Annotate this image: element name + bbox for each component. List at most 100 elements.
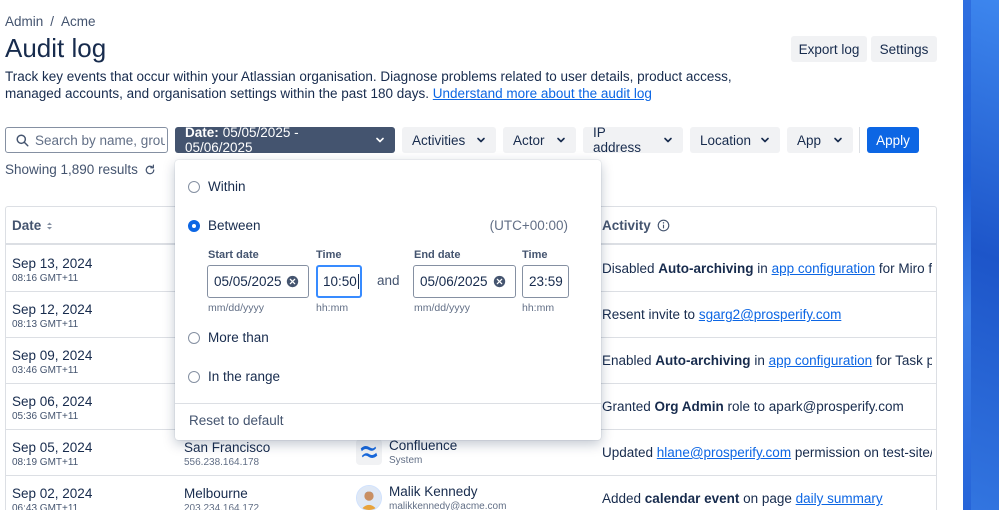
activity-column-header: Activity bbox=[602, 218, 670, 233]
start-date-field[interactable]: 05/05/2025 bbox=[207, 265, 309, 298]
activity-link[interactable]: daily summary bbox=[796, 491, 883, 506]
row-activity: Granted Org Admin role to apark@prosperi… bbox=[602, 399, 932, 414]
activities-filter-label: Activities bbox=[412, 132, 466, 148]
background-decoration-inner bbox=[971, 0, 999, 510]
filter-divider bbox=[859, 127, 860, 153]
activity-text: Resent invite to bbox=[602, 307, 699, 322]
chevron-down-icon bbox=[375, 135, 385, 145]
chevron-down-icon bbox=[476, 135, 486, 145]
ip-filter-label: IP address bbox=[593, 125, 642, 155]
activity-link[interactable]: app configuration bbox=[772, 261, 876, 276]
activity-text: permission on test-site/produ bbox=[794, 445, 932, 460]
option-more-than[interactable]: More than bbox=[188, 330, 269, 345]
option-within[interactable]: Within bbox=[188, 179, 246, 194]
start-time-field[interactable]: 10:50 bbox=[316, 265, 362, 298]
row-time: 08:19 GMT+11 bbox=[12, 457, 79, 468]
activity-emphasis: calendar event bbox=[644, 491, 740, 506]
chevron-down-icon bbox=[556, 135, 566, 145]
option-in-the-range-label: In the range bbox=[208, 369, 281, 384]
activity-text: Disabled bbox=[602, 261, 659, 276]
activity-text: for Miro for Con bbox=[878, 261, 932, 276]
results-text: Showing 1,890 results bbox=[5, 162, 138, 177]
page-description: Track key events that occur within your … bbox=[5, 68, 745, 102]
breadcrumb-acme[interactable]: Acme bbox=[61, 14, 96, 29]
info-icon[interactable] bbox=[657, 219, 670, 232]
end-date-value: 05/06/2025 bbox=[420, 274, 488, 289]
ip-address-filter-button[interactable]: IP address bbox=[583, 125, 683, 155]
table-row: Sep 02, 2024 06:43 GMT+11 Melbourne 203.234… bbox=[6, 476, 936, 510]
end-date-hint: mm/dd/yyyy bbox=[414, 302, 471, 314]
radio-within[interactable] bbox=[188, 180, 200, 193]
results-count: Showing 1,890 results bbox=[5, 162, 156, 177]
option-within-label: Within bbox=[208, 179, 246, 194]
clear-icon[interactable] bbox=[286, 275, 299, 291]
actor-filter-button[interactable]: Actor bbox=[503, 127, 576, 153]
end-date-label: End date bbox=[414, 249, 461, 261]
text-cursor bbox=[357, 274, 359, 289]
row-actor-cell: Confluence System bbox=[356, 438, 457, 466]
refresh-icon[interactable] bbox=[144, 164, 156, 176]
start-date-value: 05/05/2025 bbox=[214, 274, 282, 289]
date-filter-button[interactable]: Date: 05/05/2025 - 05/06/2025 bbox=[175, 125, 395, 155]
breadcrumb-admin[interactable]: Admin bbox=[5, 14, 43, 29]
start-time-label: Time bbox=[316, 249, 342, 261]
radio-in-the-range[interactable] bbox=[188, 370, 200, 383]
background-decoration bbox=[963, 0, 999, 510]
row-date-cell: Sep 05, 2024 08:19 GMT+11 bbox=[12, 440, 92, 468]
sort-icon[interactable] bbox=[46, 221, 53, 231]
row-activity: Resent invite to sgarg2@prosperify.com bbox=[602, 307, 932, 322]
row-location-cell: San Francisco 556.238.164.178 bbox=[184, 440, 270, 468]
popup-divider bbox=[175, 403, 601, 404]
row-actor-sub: malikkennedy@acme.com bbox=[389, 501, 507, 510]
row-time: 05:36 GMT+11 bbox=[12, 411, 79, 422]
date-filter-label: Date: bbox=[185, 125, 219, 140]
activity-text: role to apark@prosperify.com bbox=[723, 399, 904, 414]
end-time-hint: hh:mm bbox=[522, 302, 555, 314]
row-actor-sub: System bbox=[389, 455, 423, 466]
row-time: 06:43 GMT+11 bbox=[12, 503, 79, 510]
option-between-label: Between bbox=[208, 218, 261, 233]
option-in-the-range[interactable]: In the range bbox=[188, 369, 280, 384]
location-filter-button[interactable]: Location bbox=[690, 127, 780, 153]
activity-text: Added bbox=[602, 491, 645, 506]
clear-icon[interactable] bbox=[493, 275, 506, 291]
start-date-hint: mm/dd/yyyy bbox=[208, 302, 265, 314]
avatar bbox=[356, 485, 382, 510]
row-date: Sep 06, 2024 bbox=[12, 394, 93, 409]
activity-link[interactable]: sgarg2@prosperify.com bbox=[699, 307, 842, 322]
row-activity: Added calendar event on page daily summa… bbox=[602, 491, 932, 506]
start-time-hint: hh:mm bbox=[316, 302, 349, 314]
learn-more-link[interactable]: Understand more about the audit log bbox=[433, 86, 652, 101]
activity-link[interactable]: app configuration bbox=[769, 353, 873, 368]
settings-button[interactable]: Settings bbox=[871, 36, 937, 62]
and-label: and bbox=[377, 273, 400, 288]
row-actor-name: Confluence bbox=[389, 438, 458, 453]
app-filter-button[interactable]: App bbox=[787, 127, 853, 153]
activity-link[interactable]: hlane@prosperify.com bbox=[657, 445, 791, 460]
row-ip: 203.234.164.172 bbox=[184, 503, 260, 510]
radio-between[interactable] bbox=[188, 219, 200, 232]
audit-log-page: Admin / Acme Audit log Export log Settings… bbox=[0, 0, 963, 510]
row-actor-name: Malik Kennedy bbox=[389, 484, 478, 499]
search-input[interactable] bbox=[35, 132, 165, 148]
end-time-field[interactable]: 23:59 bbox=[522, 265, 569, 298]
option-between[interactable]: Between bbox=[188, 218, 261, 233]
export-log-button[interactable]: Export log bbox=[791, 36, 867, 62]
activity-emphasis: Auto-archiving bbox=[658, 261, 754, 276]
activity-text: Enabled bbox=[602, 353, 656, 368]
activities-filter-button[interactable]: Activities bbox=[402, 127, 496, 153]
option-more-than-label: More than bbox=[208, 330, 269, 345]
row-location: San Francisco bbox=[184, 440, 271, 455]
date-column-header[interactable]: Date bbox=[12, 218, 53, 233]
activity-emphasis: Auto-archiving bbox=[655, 353, 751, 368]
search-icon bbox=[16, 133, 29, 147]
row-date-cell: Sep 12, 2024 08:13 GMT+11 bbox=[12, 302, 92, 330]
search-box[interactable] bbox=[5, 127, 168, 153]
end-date-field[interactable]: 05/06/2025 bbox=[413, 265, 516, 298]
radio-more-than[interactable] bbox=[188, 331, 200, 344]
actor-filter-label: Actor bbox=[513, 132, 545, 148]
end-time-value: 23:59 bbox=[529, 274, 563, 289]
apply-button[interactable]: Apply bbox=[867, 127, 919, 153]
reset-to-default-button[interactable]: Reset to default bbox=[189, 413, 284, 428]
row-ip: 556.238.164.178 bbox=[184, 457, 260, 468]
